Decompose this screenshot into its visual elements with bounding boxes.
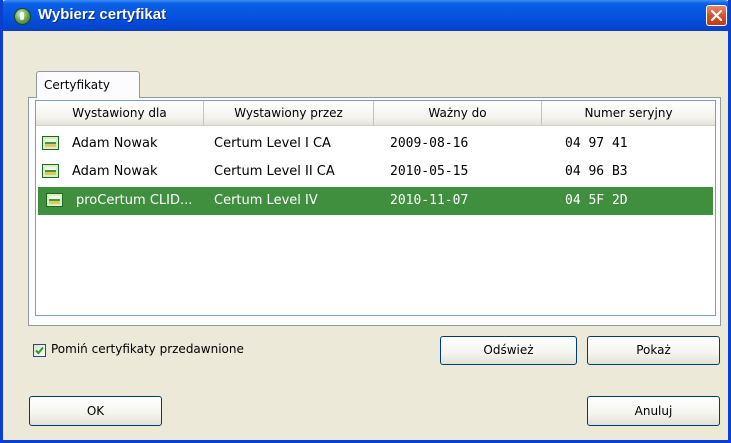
cell-valid-to: 2009-08-16 xyxy=(390,136,469,151)
window-title: Wybierz certyfikat xyxy=(38,6,167,23)
column-header-issued-to[interactable]: Wystawiony dla xyxy=(36,101,204,125)
skip-expired-label[interactable]: Pomiń certyfikaty przedawnione xyxy=(51,342,244,356)
close-button[interactable] xyxy=(706,5,727,26)
cell-issued-to: proCertum CLID... xyxy=(76,193,193,208)
cell-serial: 04 97 41 xyxy=(565,136,628,151)
cell-issued-by: Certum Level II CA xyxy=(214,164,335,179)
cell-serial: 04 96 B3 xyxy=(565,164,628,179)
certificate-icon xyxy=(46,193,63,207)
tab-label: Certyfikaty xyxy=(44,78,110,92)
column-header-valid-to[interactable]: Ważny do xyxy=(374,101,542,125)
cell-issued-by: Certum Level IV xyxy=(214,193,318,208)
close-icon xyxy=(711,10,722,21)
skip-expired-checkbox[interactable] xyxy=(33,344,46,357)
cell-issued-by: Certum Level I CA xyxy=(214,136,331,151)
table-row[interactable]: Adam Nowak Certum Level I CA 2009-08-16 … xyxy=(38,130,713,158)
dialog-window: Wybierz certyfikat Certyfikaty Wystawion… xyxy=(0,0,731,443)
show-button[interactable]: Pokaż xyxy=(587,336,720,365)
cell-issued-to: Adam Nowak xyxy=(72,136,158,151)
app-icon xyxy=(14,8,31,25)
certificate-list[interactable]: Wystawiony dla Wystawiony przez Ważny do… xyxy=(35,100,716,316)
cancel-button[interactable]: Anuluj xyxy=(587,396,720,426)
cell-issued-to: Adam Nowak xyxy=(72,164,158,179)
table-row-selected[interactable]: proCertum CLID... Certum Level IV 2010-1… xyxy=(38,187,713,215)
cell-valid-to: 2010-11-07 xyxy=(390,193,469,208)
certificate-icon xyxy=(42,164,59,178)
cell-valid-to: 2010-05-15 xyxy=(390,164,469,179)
list-header: Wystawiony dla Wystawiony przez Ważny do… xyxy=(36,101,715,126)
checkmark-icon xyxy=(35,346,44,355)
title-bar[interactable]: Wybierz certyfikat xyxy=(3,0,728,31)
cell-serial: 04 5F 2D xyxy=(565,193,628,208)
ok-button[interactable]: OK xyxy=(29,396,162,426)
column-header-serial[interactable]: Numer seryjny xyxy=(542,101,715,125)
table-row[interactable]: Adam Nowak Certum Level II CA 2010-05-15… xyxy=(38,158,713,186)
tab-certificates[interactable]: Certyfikaty xyxy=(36,71,140,98)
column-header-issued-by[interactable]: Wystawiony przez xyxy=(204,101,374,125)
refresh-button[interactable]: Odśwież xyxy=(440,336,577,365)
certificate-icon xyxy=(42,136,59,150)
